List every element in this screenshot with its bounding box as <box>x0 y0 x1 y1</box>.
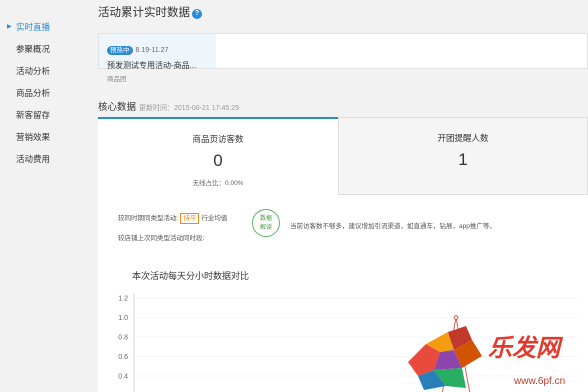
watermark-brand: 乐发网 <box>488 333 564 362</box>
sidebar-item-overview[interactable]: 参聚概况 <box>0 38 86 60</box>
sidebar-item-activity-analysis[interactable]: 活动分析 <box>0 60 86 82</box>
data-interpretation-icon: 数据 解读 <box>252 209 280 237</box>
watermark-url: www.6pf.cn <box>513 376 565 387</box>
activity-panel: 预热中 8.19-11.27 预发测试专用活动-商品... 商品团 <box>98 33 588 83</box>
page-title-text: 活动累计实时数据 <box>98 7 190 19</box>
sidebar-item-retention[interactable]: 新客留存 <box>0 104 86 126</box>
comparison-row-store: 较店铺上次同类型活动同时段: <box>118 235 205 242</box>
activity-type: 商品团 <box>107 76 127 83</box>
tab-reminders[interactable]: 开团提醒人数 1 <box>338 117 588 195</box>
caret-right-icon: ▶ <box>7 24 12 30</box>
sidebar-item-label: 新客留存 <box>16 110 51 120</box>
advice-circle-line2: 解读 <box>259 225 272 231</box>
chart-title: 本次活动每天分小时数据对比 <box>132 271 250 281</box>
sidebar-item-label: 参聚概况 <box>16 44 51 54</box>
comparison-suffix: 行业均值 <box>201 215 228 222</box>
advice-circle-line1: 数据 <box>259 216 272 222</box>
sidebar-item-label: 营销效果 <box>16 132 51 142</box>
update-time: 更新时间：2015-08-21 17:45:29 <box>139 105 240 112</box>
sidebar-item-label: 商品分析 <box>16 88 51 98</box>
sidebar: ▶ 实时直播 参聚概况 活动分析 商品分析 新客留存 营销效果 活动费用 <box>0 0 86 392</box>
comparison-tag: 持平 <box>180 213 200 224</box>
sidebar-item-live[interactable]: ▶ 实时直播 <box>0 16 86 38</box>
activity-name: 预发测试专用活动-商品... <box>107 61 197 70</box>
sidebar-item-label: 实时直播 <box>16 22 51 32</box>
comparison-label: 较同时期同类型活动: <box>118 215 179 222</box>
comparison-block: 较同时期同类型活动: 持平 行业均值 较店铺上次同类型活动同时段: <box>118 209 227 249</box>
help-icon[interactable]: ? <box>192 9 202 19</box>
y-tick-label: 0.8 <box>118 335 128 342</box>
sidebar-item-label: 活动分析 <box>16 66 51 76</box>
sidebar-item-label: 活动费用 <box>16 154 51 164</box>
activity-date: 8.19-11.27 <box>135 47 169 54</box>
tab-reminders-value: 1 <box>458 150 468 169</box>
comparison-row-industry: 较同时期同类型活动: 持平 行业均值 <box>118 209 227 229</box>
data-point[interactable] <box>453 315 459 320</box>
y-tick-label: 0.4 <box>118 374 128 381</box>
y-tick-label: 1.2 <box>118 296 128 303</box>
tab-reminders-label: 开团提醒人数 <box>437 133 489 143</box>
tab-visitors-wireless-share: 无线占比：0.00% <box>192 180 244 187</box>
advice-text: 当前访客数不够多，建议增加引流渠道，如直通车，钻展，app推广等。 <box>290 223 496 230</box>
tab-visitors-label: 商品页访客数 <box>192 134 244 144</box>
y-tick-label: 1.0 <box>118 315 128 322</box>
tab-visitors[interactable]: 商品页访客数 0 无线占比：0.00% <box>98 117 338 195</box>
sidebar-item-cost[interactable]: 活动费用 <box>0 148 86 170</box>
watermark-logo: 乐发网 www.6pf.cn <box>408 326 565 390</box>
core-data-title: 核心数据 更新时间：2015-08-21 17:45:29 <box>98 99 239 113</box>
sidebar-item-marketing[interactable]: 营销效果 <box>0 126 86 148</box>
activity-card[interactable]: 预热中 8.19-11.27 预发测试专用活动-商品... 商品团 <box>99 34 216 83</box>
main-content: 活动累计实时数据? 预热中 8.19-11.27 预发测试专用活动-商品... 商… <box>86 0 588 392</box>
sidebar-item-product-analysis[interactable]: 商品分析 <box>0 82 86 104</box>
y-tick-label: 0.6 <box>118 354 128 361</box>
tab-visitors-value: 0 <box>213 151 223 170</box>
page-title: 活动累计实时数据? <box>98 4 202 20</box>
core-data-heading: 核心数据 <box>98 102 137 113</box>
status-badge: 预热中 <box>107 46 133 55</box>
